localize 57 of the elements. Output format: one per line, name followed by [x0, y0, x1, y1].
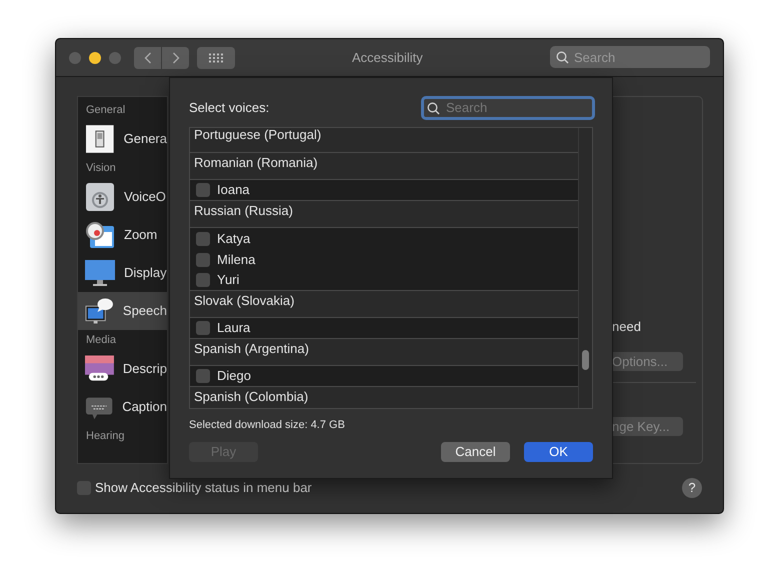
language-header: Portuguese (Portugal) [190, 128, 578, 153]
voice-checkbox[interactable] [196, 369, 210, 383]
language-header: Russian (Russia) [190, 201, 578, 228]
sidebar-section-title: Media [85, 333, 117, 348]
sidebar-item[interactable]: Genera [78, 120, 167, 158]
show-all-button[interactable] [197, 46, 235, 68]
back-button[interactable] [134, 46, 161, 68]
scrollbar-thumb[interactable] [582, 350, 589, 370]
language-header: Spanish (Argentina) [190, 339, 578, 366]
voice-search-field[interactable]: Search [421, 96, 595, 120]
language-header: Slovak (Slovakia) [190, 291, 578, 318]
sidebar-item[interactable]: Display [78, 254, 167, 292]
download-size-label: Selected download size: 4.7 GB [189, 418, 346, 433]
zoom-window-button[interactable] [109, 52, 121, 64]
language-header: Romanian (Romania) [190, 153, 578, 180]
monitor-speech-icon [85, 296, 114, 326]
sidebar-section-title: Vision [85, 161, 117, 176]
sidebar-item[interactable]: VoiceO [78, 178, 167, 216]
panel-text: need [612, 319, 642, 335]
zoom-window-icon [85, 220, 115, 250]
voice-checkbox[interactable] [196, 273, 210, 287]
sidebar-item[interactable]: Caption [78, 388, 167, 426]
status-checkbox-label: Show Accessibility status in menu bar [95, 478, 312, 497]
dialog-button[interactable]: Cancel [441, 442, 510, 462]
minimize-window-button[interactable] [89, 52, 101, 64]
voice-checkbox[interactable] [196, 321, 210, 335]
sidebar-item[interactable]: Descrip [78, 350, 167, 388]
search-field[interactable]: Search [550, 46, 710, 68]
window-title: Accessibility [352, 48, 423, 67]
voice-row[interactable]: Ioana [190, 180, 578, 201]
voice-row[interactable]: Katya [190, 228, 578, 249]
forward-button[interactable] [162, 46, 189, 68]
voice-row[interactable]: Laura [190, 318, 578, 339]
voice-row[interactable]: Yuri [190, 270, 578, 291]
ok-button[interactable]: OK [524, 442, 593, 462]
search-icon [427, 102, 440, 115]
chevron-left-icon [144, 52, 152, 64]
sheet-title: Select voices: [189, 99, 270, 118]
monitor-icon [85, 258, 115, 288]
voice-checkbox[interactable] [196, 232, 210, 246]
voice-row[interactable]: Diego [190, 366, 578, 387]
sidebar-section-title: General [85, 103, 126, 118]
voice-checkbox[interactable] [196, 252, 210, 266]
grid-icon [208, 52, 224, 62]
sidebar-section-title: Hearing [85, 429, 126, 444]
voice-checkbox[interactable] [196, 183, 210, 197]
help-button[interactable]: ? [682, 478, 702, 498]
switch-icon [85, 124, 115, 154]
voice-row[interactable]: Milena [190, 249, 578, 270]
search-icon [556, 50, 569, 64]
accessibility-icon [85, 182, 115, 212]
sidebar-item[interactable]: Zoom [78, 216, 167, 254]
chevron-right-icon [172, 52, 180, 64]
sidebar-item[interactable]: Speech [78, 292, 167, 330]
language-header: Spanish (Colombia) [190, 387, 578, 408]
close-window-button[interactable] [69, 52, 81, 64]
status-checkbox[interactable] [77, 480, 91, 494]
